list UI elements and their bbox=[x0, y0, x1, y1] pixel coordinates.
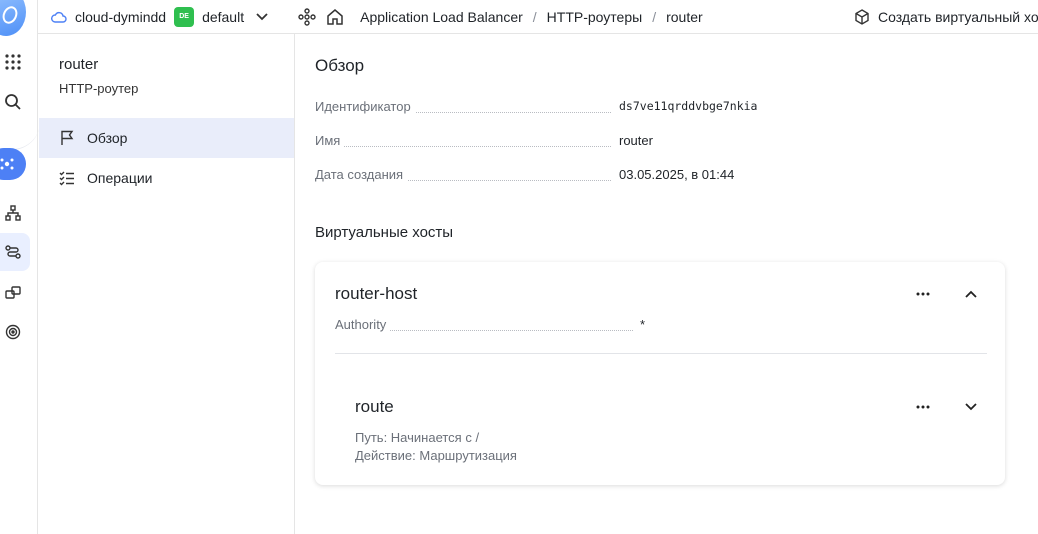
route-name: route bbox=[355, 397, 394, 416]
global-nav-rail bbox=[0, 0, 40, 534]
prop-value: 03.05.2025, в 01:44 bbox=[619, 167, 735, 182]
topology-icon[interactable] bbox=[0, 200, 26, 226]
routes-icon[interactable] bbox=[0, 239, 26, 265]
prop-value: ds7ve11qrddvbge7nkia bbox=[619, 99, 758, 113]
route-path: Путь: Начинается с / bbox=[355, 430, 480, 445]
create-virtual-host-button[interactable]: Создать виртуальный хост bbox=[854, 0, 1038, 34]
prop-name: Имя router bbox=[315, 133, 815, 151]
create-virtual-host-label: Создать виртуальный хост bbox=[878, 9, 1038, 25]
resource-sidebar: router HTTP-роутер Обзор Операции bbox=[39, 34, 295, 534]
resource-type: HTTP-роутер bbox=[59, 81, 139, 96]
prop-key: Дата создания bbox=[315, 167, 408, 182]
virtual-hosts-heading: Виртуальные хосты bbox=[315, 224, 454, 241]
route-more-icon[interactable] bbox=[911, 397, 935, 417]
chevron-down-icon bbox=[256, 12, 268, 20]
folder-selector[interactable]: DE default bbox=[166, 6, 268, 27]
page-title: Обзор bbox=[315, 56, 365, 75]
list-check-icon bbox=[59, 170, 75, 189]
resource-title: router bbox=[59, 56, 99, 73]
chevron-down-icon[interactable] bbox=[959, 397, 983, 417]
cloud-name: cloud-dymindd bbox=[75, 8, 167, 25]
backend-groups-icon[interactable] bbox=[0, 279, 26, 305]
sidebar-item-label: Обзор bbox=[87, 130, 128, 146]
apps-grid-icon[interactable] bbox=[0, 49, 26, 75]
breadcrumb-http-routers[interactable]: HTTP-роутеры bbox=[547, 9, 643, 25]
top-bar: cloud-dymindd DE default Application Loa… bbox=[38, 0, 1038, 34]
authority-row: Authority * bbox=[335, 317, 655, 335]
services-icon[interactable] bbox=[298, 7, 316, 26]
alb-service-icon[interactable] bbox=[0, 148, 26, 180]
virtual-host-name: router-host bbox=[335, 284, 418, 303]
cloud-selector[interactable]: cloud-dymindd bbox=[51, 9, 166, 25]
breadcrumb-current: router bbox=[666, 8, 703, 25]
sidebar-item-overview[interactable]: Обзор bbox=[39, 118, 294, 158]
cube-icon bbox=[855, 9, 869, 25]
cloud-logo-icon[interactable] bbox=[0, 0, 26, 36]
authority-key: Authority bbox=[335, 317, 391, 332]
prop-key: Имя bbox=[315, 133, 345, 148]
authority-value: * bbox=[640, 317, 646, 332]
search-icon[interactable] bbox=[0, 89, 26, 115]
breadcrumb: Application Load Balancer / HTTP-роутеры… bbox=[360, 8, 703, 25]
route-action: Действие: Маршрутизация bbox=[355, 448, 517, 463]
main-content: Обзор Идентификатор ds7ve11qrddvbge7nkia… bbox=[295, 34, 1038, 534]
home-icon[interactable] bbox=[326, 8, 344, 26]
folder-badge: DE bbox=[174, 6, 195, 27]
prop-key: Идентификатор bbox=[315, 99, 415, 114]
chevron-up-icon[interactable] bbox=[959, 284, 983, 304]
prop-id: Идентификатор ds7ve11qrddvbge7nkia bbox=[315, 99, 815, 117]
prop-value: router bbox=[619, 133, 653, 148]
folder-name: default bbox=[202, 8, 245, 25]
sidebar-item-operations[interactable]: Операции bbox=[39, 158, 294, 198]
cloud-icon bbox=[51, 11, 67, 23]
host-more-icon[interactable] bbox=[911, 284, 935, 304]
flag-icon bbox=[59, 130, 75, 149]
sidebar-item-label: Операции bbox=[87, 170, 153, 186]
target-icon[interactable] bbox=[0, 319, 26, 345]
breadcrumb-alb[interactable]: Application Load Balancer bbox=[360, 9, 523, 25]
prop-created: Дата создания 03.05.2025, в 01:44 bbox=[315, 167, 815, 185]
virtual-host-card: router-host Authority * route Путь: Начи… bbox=[315, 262, 1005, 485]
